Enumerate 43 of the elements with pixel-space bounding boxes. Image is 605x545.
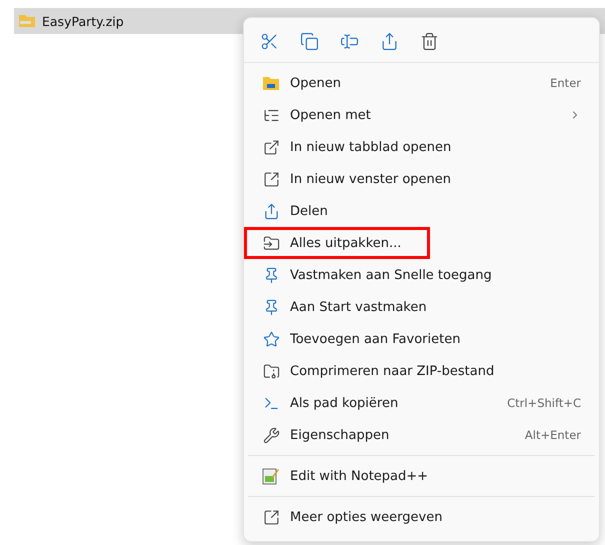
zip-folder-icon — [262, 362, 280, 380]
menu-item[interactable]: Als pad kopiëren Ctrl+Shift+C — [248, 387, 595, 419]
menu-item[interactable]: Edit with Notepad++ — [248, 460, 595, 492]
extract-folder-icon — [262, 234, 280, 252]
more-options-icon — [262, 508, 280, 526]
menu-item[interactable]: In nieuw venster openen — [248, 163, 595, 195]
menu-item-label: Toevoegen aan Favorieten — [290, 332, 462, 346]
menu-item[interactable]: Aan Start vastmaken — [248, 291, 595, 323]
shortcut-text: Ctrl+Shift+C — [507, 396, 581, 410]
menu-item-label: Meer opties weergeven — [290, 510, 444, 524]
menu-item-label: Vastmaken aan Snelle toegang — [290, 268, 493, 282]
menu-item[interactable]: Meer opties weergeven — [248, 501, 595, 533]
menu-item[interactable]: Delen — [248, 195, 595, 227]
shortcut-text: Enter — [550, 76, 581, 90]
new-window-icon — [262, 170, 280, 188]
menu-item-label: Aan Start vastmaken — [290, 300, 428, 314]
wrench-icon — [262, 426, 280, 444]
menu-item-label: Openen — [290, 76, 342, 90]
menu-item-label: Openen met — [290, 108, 372, 122]
zip-folder-icon — [18, 14, 36, 28]
menu-item-label: Alles uitpakken... — [290, 236, 402, 250]
menu-item[interactable]: Eigenschappen Alt+Enter — [248, 419, 595, 451]
folder-icon — [262, 75, 280, 91]
menu-item[interactable]: Vastmaken aan Snelle toegang — [248, 259, 595, 291]
menu-item-label: Comprimeren naar ZIP-bestand — [290, 364, 496, 378]
menu-item-label: In nieuw venster openen — [290, 172, 452, 186]
menu-item[interactable]: Openen Enter — [248, 67, 595, 99]
menu-item-label: Delen — [290, 204, 329, 218]
menu-item[interactable]: Comprimeren naar ZIP-bestand — [248, 355, 595, 387]
notepad-icon — [262, 467, 280, 485]
file-name: EasyParty.zip — [42, 14, 124, 28]
menu-item[interactable]: In nieuw tabblad openen — [248, 131, 595, 163]
menu-item[interactable]: Openen met — [248, 99, 595, 131]
menu-item-label: Eigenschappen — [290, 428, 390, 442]
menu-item[interactable]: Alles uitpakken... — [248, 227, 595, 259]
menu-item-label: Als pad kopiëren — [290, 396, 400, 410]
menu-item[interactable]: Toevoegen aan Favorieten — [248, 323, 595, 355]
menu-item-label: In nieuw tabblad openen — [290, 140, 452, 154]
copy-button[interactable] — [298, 30, 320, 52]
new-tab-icon — [262, 138, 280, 156]
star-icon — [262, 330, 280, 348]
menu-item-label: Edit with Notepad++ — [290, 468, 430, 484]
shortcut-text: Alt+Enter — [524, 428, 581, 442]
